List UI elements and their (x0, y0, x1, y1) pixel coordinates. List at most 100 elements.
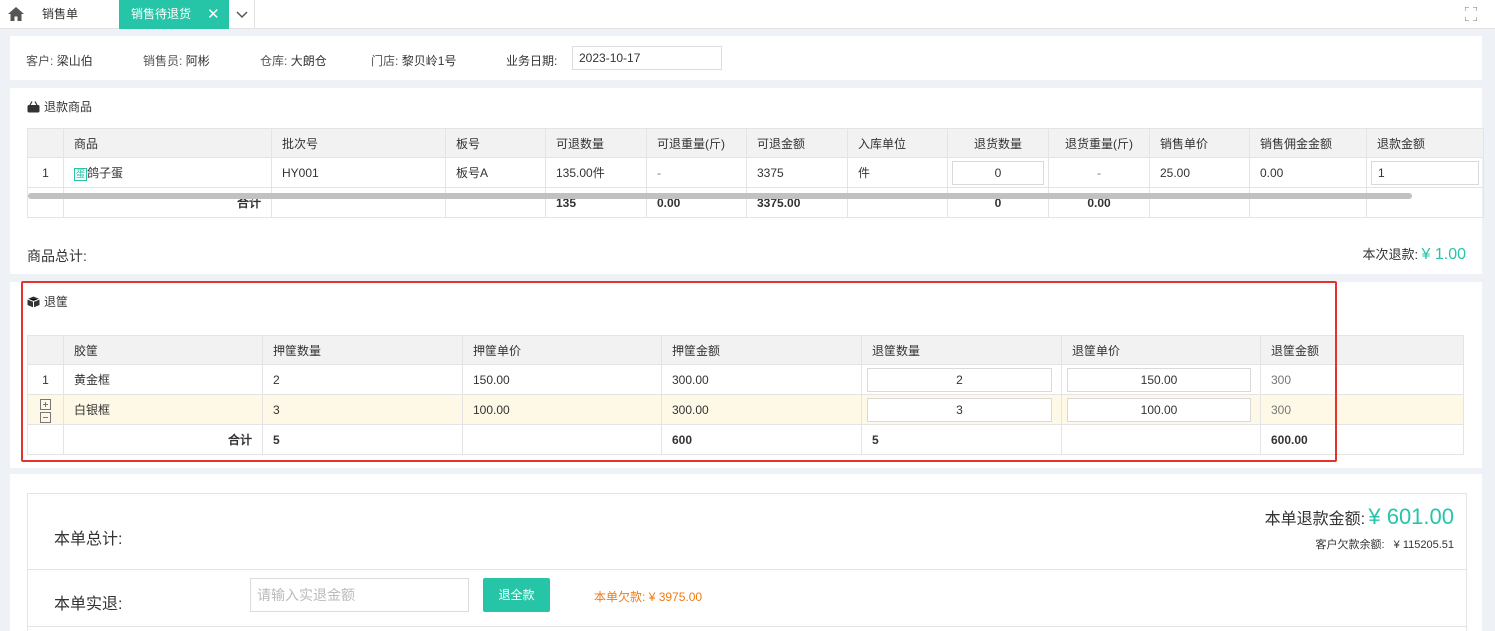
order-owed-label: 本单欠款: (594, 590, 646, 604)
close-icon[interactable]: ✕ (207, 0, 220, 29)
store-label: 门店: (371, 54, 399, 68)
basket-name: 白银框 (63, 394, 263, 425)
customer-value: 梁山伯 (56, 54, 93, 68)
fullscreen-icon[interactable] (1465, 7, 1477, 21)
return-price-cell: 100.00 (1061, 394, 1261, 425)
return-qty-input[interactable]: 3 (867, 397, 1052, 422)
date-label: 业务日期: (506, 54, 558, 68)
warehouse-field: 仓库: 大朗仓 (260, 52, 327, 69)
tab-dropdown-button[interactable] (229, 0, 255, 29)
return-baskets-title-text: 退筐 (44, 295, 69, 309)
table-header-row: 商品 批次号 板号 可退数量 可退重量(斤) 可退金额 入库单位 退货数量 退货… (27, 128, 1484, 158)
deposit-amount: 300.00 (661, 364, 862, 395)
sum-deposit-amount: 600 (661, 424, 862, 455)
return-qty-cell: 2 (861, 364, 1062, 395)
sum-label: 合计 (63, 187, 272, 218)
table-row: 1 蛋鸽子蛋 HY001 板号A 135.00件 - 3375 件 0 - 25… (27, 157, 1484, 188)
full-refund-button[interactable]: 退全款 (483, 578, 550, 612)
goods-total-label: 商品总计: (27, 248, 87, 264)
returnable-amount-cell: 3375 (746, 157, 848, 188)
col-header: 退货数量 (947, 128, 1049, 158)
return-price-input[interactable]: 100.00 (1067, 397, 1251, 422)
row-index: 1 (27, 157, 64, 188)
deposit-price: 100.00 (462, 394, 662, 425)
row-index: 1 (27, 364, 64, 395)
return-qty-input[interactable]: 2 (867, 367, 1052, 392)
home-icon[interactable] (8, 7, 24, 21)
returnable-weight-cell: - (646, 157, 747, 188)
return-qty-cell: 3 (861, 394, 1062, 425)
refund-goods-title-text: 退款商品 (44, 100, 93, 114)
col-header: 可退数量 (545, 128, 647, 158)
col-header: 押筐金额 (661, 335, 862, 365)
order-total-label: 本单总计: (54, 531, 123, 548)
order-header: 客户: 梁山伯 销售员: 阿彬 仓库: 大朗仓 门店: 黎贝岭1号 业务日期: … (10, 36, 1482, 80)
return-qty-cell: 0 (947, 157, 1049, 188)
sum-return-amount: 600.00 (1260, 424, 1464, 455)
order-refund-value: ¥ 601.00 (1368, 504, 1454, 529)
this-refund: 本次退款: ¥ 1.00 (1363, 244, 1466, 264)
store-field: 门店: 黎贝岭1号 (371, 52, 456, 69)
this-refund-value: ¥ 1.00 (1421, 246, 1466, 263)
deposit-qty: 2 (262, 364, 463, 395)
actual-refund-input[interactable]: 请输入实退金额 (250, 578, 469, 612)
tab-sales-pending-return[interactable]: 销售待退货 ✕ (119, 0, 229, 29)
return-baskets-table: 胶筐 押筐数量 押筐单价 押筐金额 退筐数量 退筐单价 退筐金额 1 黄金框 2… (27, 335, 1464, 455)
return-qty-input[interactable]: 0 (952, 160, 1044, 185)
unit-price-cell: 25.00 (1149, 157, 1250, 188)
sum-qty: 135 (545, 187, 647, 218)
sum-return-qty: 0 (947, 187, 1049, 218)
returnable-qty-cell: 135.00件 (545, 157, 647, 188)
sum-deposit-qty: 5 (262, 424, 463, 455)
row-actions (27, 394, 64, 425)
horizontal-scrollbar[interactable] (28, 193, 1412, 199)
tab-sales-order[interactable]: 销售单 (33, 0, 119, 29)
tab-sales-pending-return-label: 销售待退货 (131, 7, 192, 21)
product-name: 鸽子蛋 (87, 166, 124, 180)
salesperson-label: 销售员: (143, 54, 183, 68)
return-baskets-panel: 退筐 胶筐 押筐数量 押筐单价 押筐金额 退筐数量 退筐单价 退筐金额 1 黄金… (10, 282, 1482, 468)
debt-balance-label: 客户欠款余额: (1315, 539, 1385, 551)
col-header: 退款金额 (1366, 128, 1484, 158)
business-date-input[interactable]: 2023-10-17 (572, 46, 722, 70)
return-amount: 300 (1260, 364, 1464, 395)
order-owed-value: ¥ 3975.00 (648, 590, 703, 604)
divider (28, 569, 1466, 570)
col-header: 销售单价 (1149, 128, 1250, 158)
return-price-cell: 150.00 (1061, 364, 1261, 395)
customer-debt-balance: 客户欠款余额: ¥ 115205.51 (1316, 536, 1454, 552)
col-header: 批次号 (271, 128, 446, 158)
add-row-icon[interactable] (40, 398, 51, 410)
basket-icon (27, 101, 40, 113)
col-header: 退筐金额 (1260, 335, 1464, 365)
refund-goods-panel: 退款商品 商品 批次号 板号 可退数量 可退重量(斤) 可退金额 入库单位 退货… (10, 88, 1484, 274)
table-row: 白银框 3 100.00 300.00 3 100.00 300 (27, 394, 1464, 425)
product-cell: 蛋鸽子蛋 (63, 157, 272, 188)
return-price-input[interactable]: 150.00 (1067, 367, 1251, 392)
col-header: 退筐数量 (861, 335, 1062, 365)
deposit-amount: 300.00 (661, 394, 862, 425)
order-summary-box: 本单总计: 本单退款金额: ¥ 601.00 客户欠款余额: ¥ 115205.… (27, 493, 1467, 631)
order-refund-amount: 本单退款金额: ¥ 601.00 (1265, 504, 1454, 530)
deposit-price: 150.00 (462, 364, 662, 395)
refund-amount-cell: 1 (1366, 157, 1484, 188)
batch-cell: HY001 (271, 157, 446, 188)
warehouse-label: 仓库: (260, 54, 288, 68)
sum-amount: 3375.00 (746, 187, 848, 218)
board-cell: 板号A (445, 157, 546, 188)
chevron-down-icon (236, 11, 248, 19)
col-header: 退货重量(斤) (1048, 128, 1150, 158)
table-sum-row: 合计 5 600 5 600.00 (27, 424, 1464, 455)
remove-row-icon[interactable] (40, 411, 51, 423)
col-header: 销售佣金金额 (1249, 128, 1367, 158)
refund-goods-table: 商品 批次号 板号 可退数量 可退重量(斤) 可退金额 入库单位 退货数量 退货… (27, 128, 1484, 218)
salesperson-value: 阿彬 (185, 54, 210, 68)
sum-weight: 0.00 (646, 187, 747, 218)
refund-amount-input[interactable]: 1 (1371, 160, 1479, 185)
col-header: 可退重量(斤) (646, 128, 747, 158)
box-icon (27, 296, 40, 308)
table-sum-row: 合计 135 0.00 3375.00 0 0.00 (27, 187, 1484, 218)
customer-field: 客户: 梁山伯 (26, 52, 93, 69)
this-refund-label: 本次退款: (1362, 247, 1419, 262)
sum-return-weight: 0.00 (1048, 187, 1150, 218)
